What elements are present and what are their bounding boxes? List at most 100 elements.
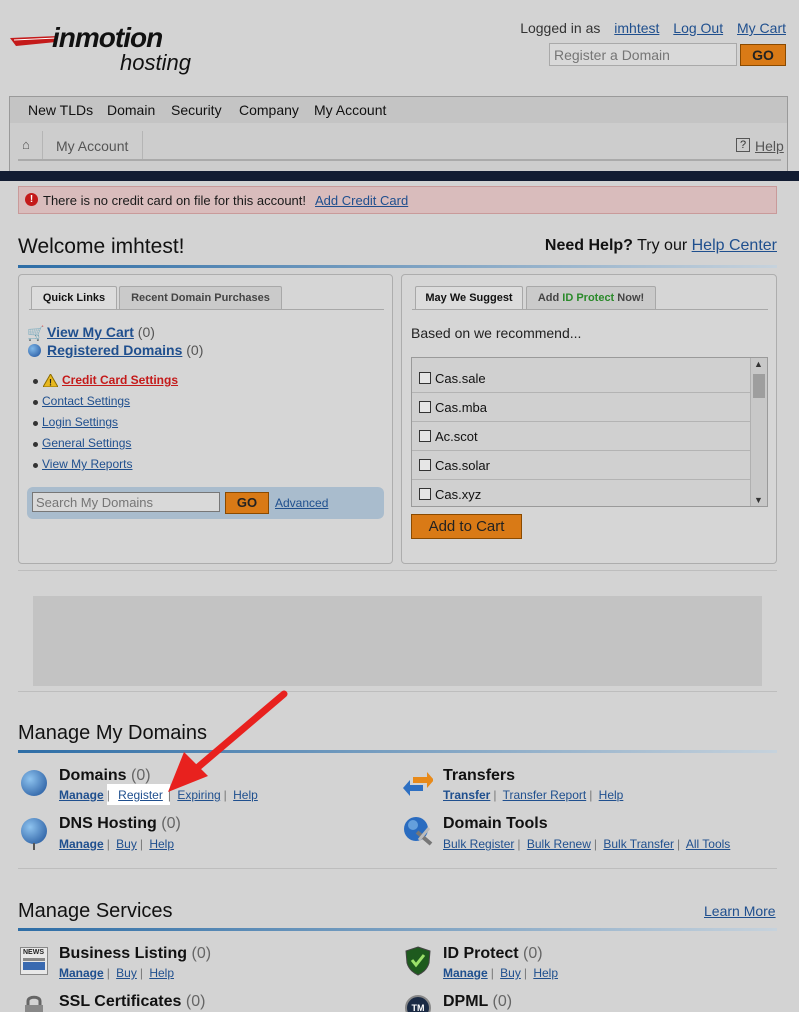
domain-option[interactable]: Cas.mba — [412, 393, 751, 422]
suggest-intro: Based on we recommend... — [411, 325, 582, 341]
nav-security[interactable]: Security — [171, 102, 222, 118]
domain-label: Cas.xyz — [435, 487, 482, 502]
domain-checkbox[interactable] — [419, 488, 431, 500]
credit-card-alert: ! There is no credit card on file for th… — [18, 186, 777, 214]
general-settings-link[interactable]: General Settings — [42, 436, 131, 450]
search-my-domains-input[interactable] — [32, 492, 220, 512]
help-center-link[interactable]: Help Center — [692, 237, 777, 254]
newspaper-image — [23, 962, 45, 970]
id-protect-buy-link[interactable]: Buy — [500, 966, 521, 980]
help-icon[interactable]: ? — [736, 138, 750, 152]
business-manage-link[interactable]: Manage — [59, 966, 104, 980]
quick-links-panel: Quick Links Recent Domain Purchases 🛒 Vi… — [18, 274, 393, 564]
nav-domain[interactable]: Domain — [107, 102, 155, 118]
all-tools-link[interactable]: All Tools — [686, 837, 730, 851]
dns-count: (0) — [161, 815, 181, 832]
learn-more-link[interactable]: Learn More — [704, 903, 776, 919]
domain-tools-icon — [404, 817, 433, 846]
domains-register-link[interactable]: Register — [118, 788, 163, 802]
domain-option[interactable]: Cas.xyz — [412, 480, 751, 506]
need-help-text: Try our — [637, 237, 688, 254]
business-help-link[interactable]: Help — [149, 966, 174, 980]
newspaper-line — [23, 958, 45, 961]
home-icon[interactable]: ⌂ — [22, 137, 30, 152]
my-cart-link[interactable]: My Cart — [737, 20, 786, 36]
manage-services-title: Manage Services — [18, 900, 173, 922]
view-my-cart-link[interactable]: View My Cart — [47, 324, 134, 340]
domains-manage-link[interactable]: Manage — [59, 788, 104, 802]
svg-text:!: ! — [49, 378, 52, 388]
suggest-panel: May We Suggest Add ID Protect Now! Based… — [401, 274, 777, 564]
domain-label: Ac.scot — [435, 429, 478, 444]
transfers-help-link[interactable]: Help — [599, 788, 624, 802]
domain-tools-links: Bulk Register | Bulk Renew | Bulk Transfer… — [443, 837, 731, 851]
logout-link[interactable]: Log Out — [673, 20, 723, 36]
scrollbar-thumb[interactable] — [753, 374, 765, 398]
divider — [18, 868, 777, 869]
bulk-renew-link[interactable]: Bulk Renew — [527, 837, 591, 851]
tab-recent-domain-purchases[interactable]: Recent Domain Purchases — [119, 286, 282, 310]
add-to-cart-button[interactable]: Add to Cart — [411, 514, 522, 539]
id-protect-title: ID Protect (0) — [443, 945, 543, 963]
id-protect-help-link[interactable]: Help — [533, 966, 558, 980]
business-listing-count: (0) — [191, 945, 212, 962]
nav-new-tlds[interactable]: New TLDs — [28, 102, 93, 118]
login-settings-link[interactable]: Login Settings — [42, 415, 118, 429]
list-bullet — [33, 442, 38, 447]
domain-checkbox[interactable] — [419, 430, 431, 442]
business-buy-link[interactable]: Buy — [116, 966, 137, 980]
bulk-register-link[interactable]: Bulk Register — [443, 837, 514, 851]
advanced-search-link[interactable]: Advanced — [275, 496, 328, 510]
tab-id-protect-label: ID Protect — [562, 292, 615, 304]
cart-count: (0) — [137, 324, 155, 340]
breadcrumb: ⌂ My Account ? Help — [18, 131, 784, 161]
nav-company[interactable]: Company — [239, 102, 299, 118]
domain-list-scrollbar[interactable]: ▲ ▼ — [750, 358, 767, 506]
view-my-reports-link[interactable]: View My Reports — [42, 457, 132, 471]
newspaper-icon: NEWS — [20, 947, 48, 975]
tab-underline — [29, 309, 384, 310]
scroll-down-icon[interactable]: ▼ — [754, 495, 763, 505]
logged-in-label: Logged in as — [520, 20, 601, 36]
domain-label: Cas.mba — [435, 400, 488, 415]
ssl-name: SSL Certificates — [59, 993, 182, 1010]
register-domain-go-button[interactable]: GO — [740, 44, 786, 66]
logo-subtext: hosting — [120, 50, 191, 75]
help-link[interactable]: Help — [755, 138, 784, 154]
tab-add-id-protect[interactable]: Add ID Protect Now! — [526, 286, 656, 310]
newspaper-icon-text: NEWS — [23, 949, 44, 956]
scroll-up-icon[interactable]: ▲ — [754, 359, 763, 369]
dns-help-link[interactable]: Help — [149, 837, 174, 851]
business-listing-title: Business Listing (0) — [59, 945, 211, 963]
transfer-link[interactable]: Transfer — [443, 788, 490, 802]
credit-card-settings-link[interactable]: Credit Card Settings — [62, 373, 178, 387]
domain-checkbox[interactable] — [419, 401, 431, 413]
search-my-domains-go-button[interactable]: GO — [225, 492, 269, 514]
main-nav: New TLDs Domain Security Company My Acco… — [9, 96, 788, 124]
tab-quick-links[interactable]: Quick Links — [31, 286, 117, 310]
tab-may-we-suggest[interactable]: May We Suggest — [415, 286, 523, 310]
register-domain-input[interactable] — [549, 43, 737, 66]
dpml-count: (0) — [492, 993, 513, 1010]
domain-option[interactable]: Cas.sale — [412, 364, 751, 393]
list-bullet — [33, 400, 38, 405]
annotation-arrow — [168, 690, 288, 792]
id-protect-manage-link[interactable]: Manage — [443, 966, 488, 980]
domain-option[interactable]: Cas.solar — [412, 451, 751, 480]
add-credit-card-link[interactable]: Add Credit Card — [315, 193, 408, 208]
inmotion-logo[interactable]: inmotion hosting — [10, 22, 210, 78]
dns-buy-link[interactable]: Buy — [116, 837, 137, 851]
contact-settings-link[interactable]: Contact Settings — [42, 394, 130, 408]
transfer-report-link[interactable]: Transfer Report — [503, 788, 587, 802]
domain-checkbox[interactable] — [419, 372, 431, 384]
registered-domains-link[interactable]: Registered Domains — [47, 342, 182, 358]
dns-manage-link[interactable]: Manage — [59, 837, 104, 851]
list-bullet — [33, 463, 38, 468]
username-link[interactable]: imhtest — [614, 20, 659, 36]
bulk-transfer-link[interactable]: Bulk Transfer — [603, 837, 674, 851]
domain-option[interactable]: Ac.scot — [412, 422, 751, 451]
business-listing-name: Business Listing — [59, 945, 188, 962]
domain-checkbox[interactable] — [419, 459, 431, 471]
nav-my-account[interactable]: My Account — [314, 102, 386, 118]
globe-icon — [21, 770, 47, 796]
